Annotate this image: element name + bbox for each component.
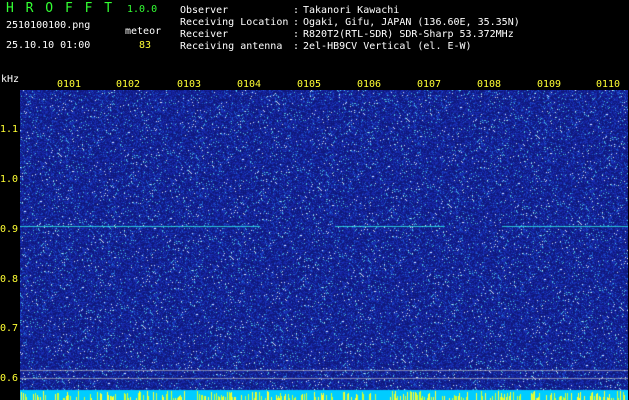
x-tick-label: 0108 [477, 79, 502, 90]
info-colon: : [293, 29, 300, 40]
location-value: Ogaki, Gifu, JAPAN (136.60E, 35.35N) [303, 17, 520, 28]
x-tick-label: 0107 [417, 79, 442, 90]
file-name: 2510100100.png [6, 20, 91, 31]
waterfall-spectrogram [20, 90, 628, 400]
x-tick-label: 0110 [596, 79, 621, 90]
meteor-count: 83 [139, 40, 152, 51]
receiver-value: R820T2(RTL-SDR) SDR-Sharp 53.372MHz [303, 29, 514, 40]
app-version: 1.0.0 [127, 4, 158, 15]
y-tick-label: 0.8 [0, 274, 19, 285]
x-tick-label: 0103 [177, 79, 202, 90]
x-tick-label: 0101 [57, 79, 82, 90]
y-tick-label: 1.1 [0, 124, 19, 135]
meteor-label: meteor [125, 26, 162, 37]
x-tick-label: 0109 [537, 79, 562, 90]
app-name: H R O F F T [6, 1, 115, 16]
info-label-receiver: Receiver [180, 29, 229, 40]
antenna-value: 2el-HB9CV Vertical (el. E-W) [303, 41, 472, 52]
info-colon: : [293, 5, 300, 16]
x-tick-label: 0106 [357, 79, 382, 90]
info-label-observer: Observer [180, 5, 229, 16]
y-tick-label: 0.9 [0, 224, 19, 235]
y-tick-label: 1.0 [0, 174, 19, 185]
info-colon: : [293, 17, 300, 28]
info-colon: : [293, 41, 300, 52]
observer-value: Takanori Kawachi [303, 5, 400, 16]
info-label-location: Receiving Location [180, 17, 289, 28]
info-label-antenna: Receiving antenna [180, 41, 283, 52]
y-axis-unit: kHz [1, 74, 20, 85]
x-tick-label: 0102 [116, 79, 141, 90]
x-tick-label: 0105 [297, 79, 322, 90]
y-tick-label: 0.6 [0, 373, 19, 384]
date-time: 25.10.10 01:00 [6, 40, 91, 51]
x-tick-label: 0104 [237, 79, 262, 90]
y-tick-label: 0.7 [0, 323, 19, 334]
